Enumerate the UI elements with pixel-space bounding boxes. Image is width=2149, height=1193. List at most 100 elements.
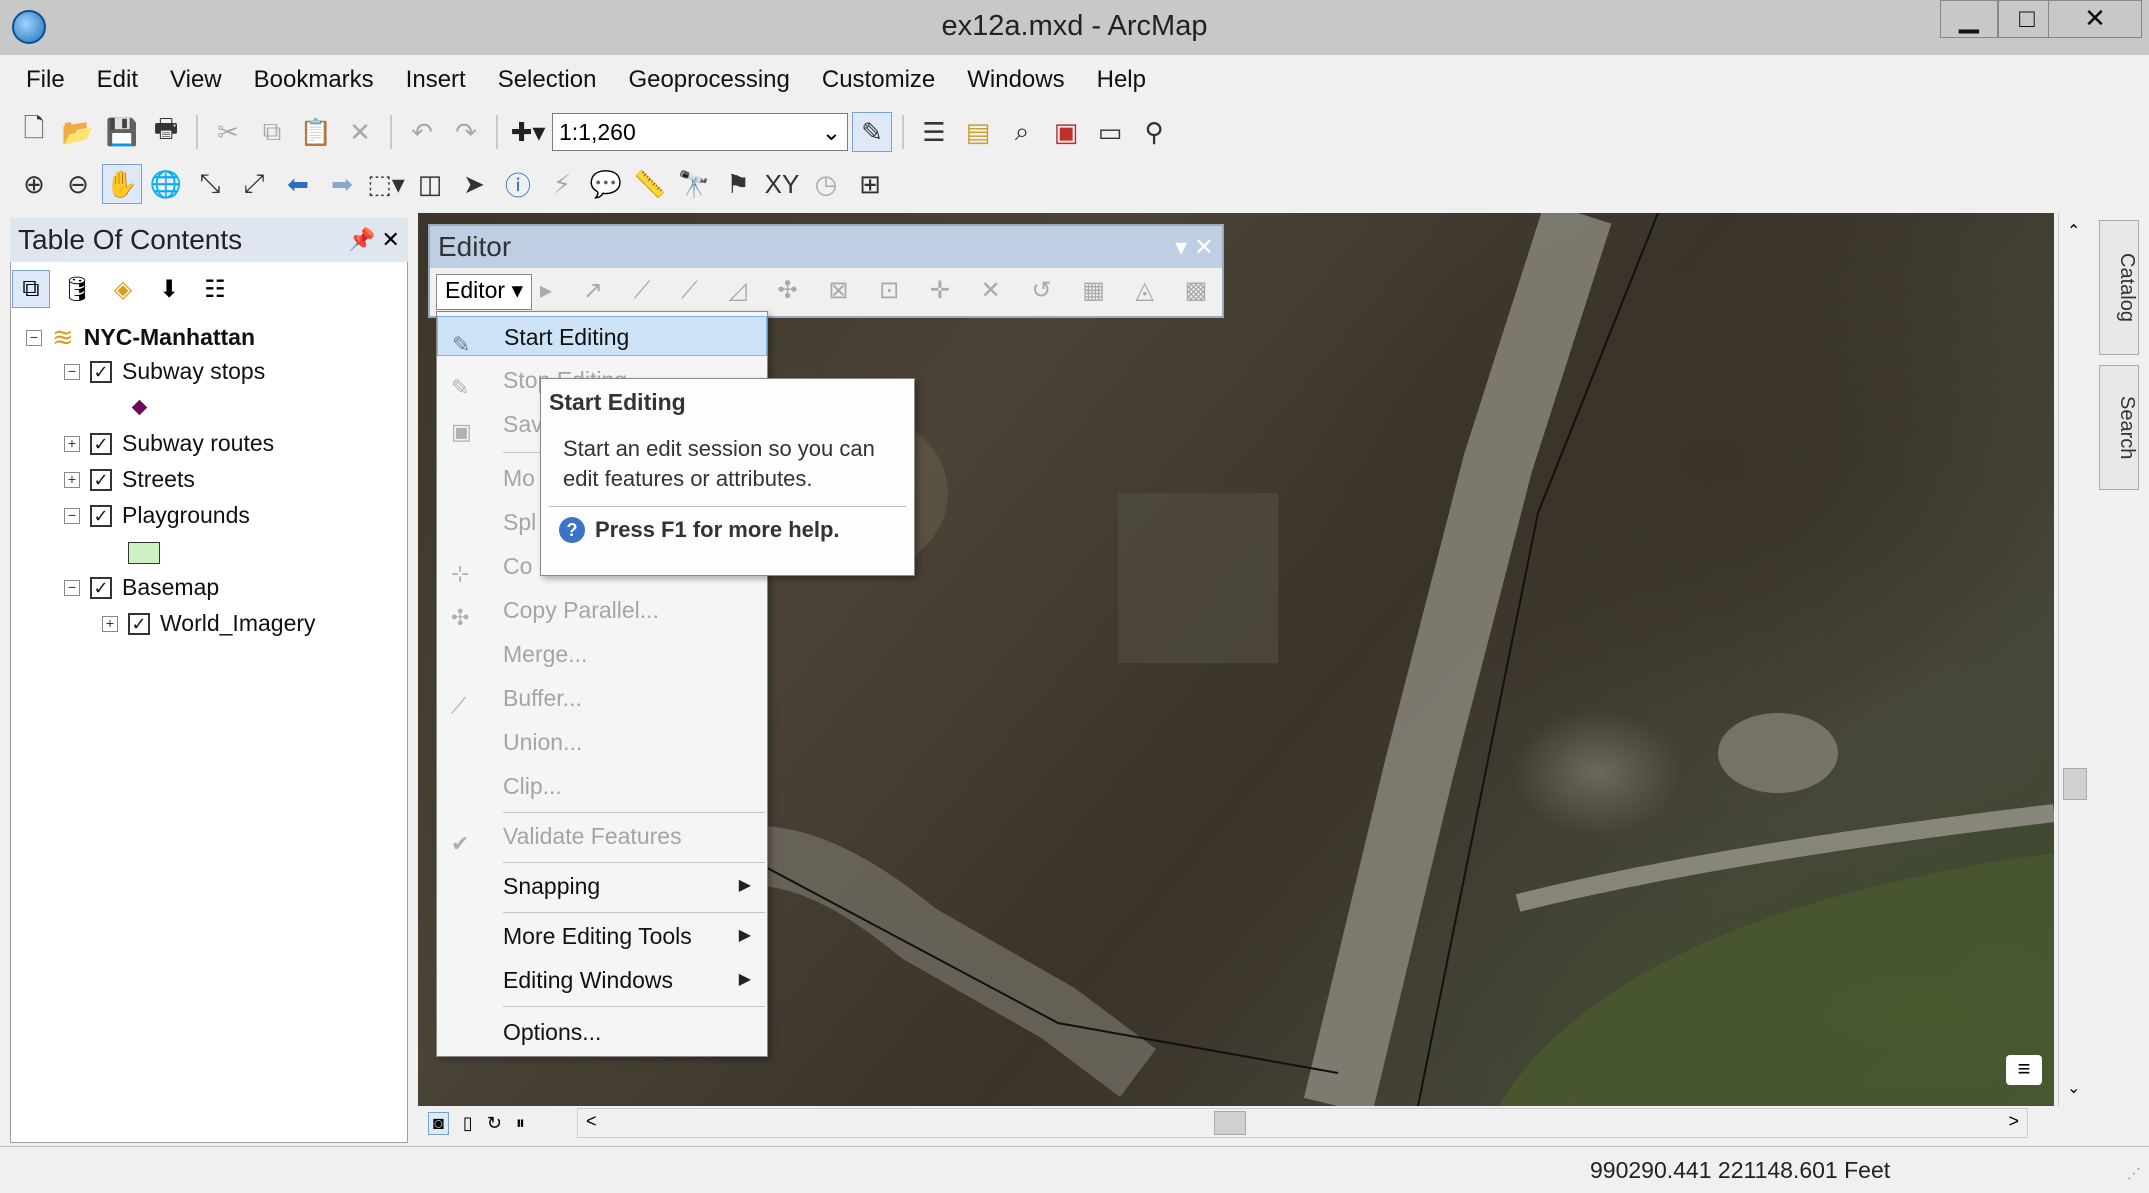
menu-item-merge[interactable]: Merge... xyxy=(437,634,767,674)
scroll-down-icon[interactable]: ⌄ xyxy=(2067,1078,2080,1098)
menu-help[interactable]: Help xyxy=(1081,62,1162,102)
python-window-icon[interactable]: ▭ xyxy=(1090,112,1130,152)
html-popup-icon[interactable]: 💬 xyxy=(586,164,626,204)
pan-icon[interactable]: ✋ xyxy=(102,164,142,204)
time-slider-icon[interactable]: ◷ xyxy=(806,164,846,204)
forward-arrow-icon[interactable]: ➡ xyxy=(322,164,362,204)
arctoolbox-icon[interactable]: ▣ xyxy=(1046,112,1086,152)
find-icon[interactable]: 🔭 xyxy=(674,164,714,204)
catalog-window-icon[interactable]: ▤ xyxy=(958,112,998,152)
zoom-out-icon[interactable]: ⊖ xyxy=(58,164,98,204)
toc-layer-basemap[interactable]: − ✓ Basemap xyxy=(64,574,219,601)
collapse-icon[interactable]: − xyxy=(64,507,80,524)
identify-icon[interactable]: ⓘ xyxy=(498,164,538,204)
scroll-left-icon[interactable]: < xyxy=(586,1111,597,1132)
layer-visibility-checkbox[interactable]: ✓ xyxy=(128,612,150,635)
expand-icon[interactable]: + xyxy=(64,435,80,452)
fixed-zoom-out-icon[interactable]: ⤢ xyxy=(234,164,274,204)
scroll-up-icon[interactable]: ⌃ xyxy=(2067,221,2080,241)
notes-icon[interactable]: ≡ xyxy=(2006,1055,2042,1085)
full-extent-icon[interactable]: 🌐 xyxy=(146,164,186,204)
layer-visibility-checkbox[interactable]: ✓ xyxy=(90,576,112,599)
refresh-icon[interactable]: ↻ xyxy=(487,1113,502,1134)
copy-icon[interactable]: ⧉ xyxy=(252,112,292,152)
layer-visibility-checkbox[interactable]: ✓ xyxy=(90,360,112,383)
menu-edit[interactable]: Edit xyxy=(81,62,154,102)
measure-icon[interactable]: 📏 xyxy=(630,164,670,204)
find-route-icon[interactable]: ⚑ xyxy=(718,164,758,204)
list-by-selection-icon[interactable]: ⬇ xyxy=(150,270,188,308)
menu-item-start-editing[interactable]: ✎ Start Editing xyxy=(437,316,767,357)
expand-icon[interactable]: + xyxy=(64,471,80,488)
pause-drawing-icon[interactable]: ⏸ xyxy=(516,1113,525,1134)
layer-visibility-checkbox[interactable]: ✓ xyxy=(90,504,112,527)
close-icon[interactable]: ▾ ✕ xyxy=(1175,233,1214,262)
vertical-scroll-thumb[interactable] xyxy=(2063,768,2087,800)
toc-layer-streets[interactable]: + ✓ Streets xyxy=(64,466,195,493)
vertical-scrollbar[interactable]: ⌃ ⌄ xyxy=(2058,213,2090,1106)
menu-view[interactable]: View xyxy=(154,62,238,102)
layer-visibility-checkbox[interactable]: ✓ xyxy=(90,432,112,455)
editor-menu-button[interactable]: Editor ▾ xyxy=(436,274,533,310)
fixed-zoom-in-icon[interactable]: ⤡ xyxy=(190,164,230,204)
menu-item-validate-features[interactable]: ✔ Validate Features xyxy=(437,816,767,856)
menu-bookmarks[interactable]: Bookmarks xyxy=(238,62,390,102)
catalog-side-tab[interactable]: Catalog xyxy=(2099,220,2139,355)
save-icon[interactable]: 💾 xyxy=(102,112,142,152)
list-by-drawing-order-icon[interactable]: ⧉ xyxy=(12,270,50,308)
menu-item-union[interactable]: Union... xyxy=(437,722,767,762)
options-icon[interactable]: ☷ xyxy=(196,270,234,308)
toc-layer-world-imagery[interactable]: + ✓ World_Imagery xyxy=(102,610,316,637)
cut-icon[interactable]: ✂ xyxy=(208,112,248,152)
menu-customize[interactable]: Customize xyxy=(806,62,951,102)
menu-geoprocessing[interactable]: Geoprocessing xyxy=(612,62,805,102)
expand-icon[interactable]: + xyxy=(102,615,118,632)
menu-item-copy-parallel[interactable]: ✣ Copy Parallel... xyxy=(437,590,767,630)
open-folder-icon[interactable]: 📂 xyxy=(58,112,98,152)
collapse-icon[interactable]: − xyxy=(64,579,80,596)
collapse-icon[interactable]: − xyxy=(26,329,42,346)
pin-icon[interactable]: 📌 ✕ xyxy=(348,227,400,253)
paste-icon[interactable]: 📋 xyxy=(296,112,336,152)
menu-item-options[interactable]: Options... xyxy=(437,1012,767,1052)
menu-insert[interactable]: Insert xyxy=(390,62,482,102)
toc-layer-subway-routes[interactable]: + ✓ Subway routes xyxy=(64,430,274,457)
search-side-tab[interactable]: Search xyxy=(2099,365,2139,490)
modelbuilder-icon[interactable]: ⚲ xyxy=(1134,112,1174,152)
redo-icon[interactable]: ↷ xyxy=(446,112,486,152)
horizontal-scroll-thumb[interactable] xyxy=(1214,1111,1246,1135)
minimize-button[interactable]: ▁ xyxy=(1940,0,1998,38)
select-features-icon[interactable]: ⬚▾ xyxy=(366,164,406,204)
list-by-source-icon[interactable]: 🛢 xyxy=(58,270,96,308)
hyperlink-icon[interactable]: ⚡ xyxy=(542,164,582,204)
resize-grip-icon[interactable]: ⋰ xyxy=(2127,1165,2141,1182)
layout-view-icon[interactable]: ▯ xyxy=(463,1113,473,1134)
menu-windows[interactable]: Windows xyxy=(951,62,1080,102)
undo-icon[interactable]: ↶ xyxy=(402,112,442,152)
back-arrow-icon[interactable]: ⬅ xyxy=(278,164,318,204)
menu-item-clip[interactable]: Clip... xyxy=(437,766,767,806)
menu-item-buffer[interactable]: ⟋ Buffer... xyxy=(437,678,767,718)
horizontal-scrollbar[interactable]: < > xyxy=(577,1108,2028,1138)
zoom-in-icon[interactable]: ⊕ xyxy=(14,164,54,204)
add-data-icon[interactable]: ✚▾ xyxy=(508,112,548,152)
menu-selection[interactable]: Selection xyxy=(482,62,613,102)
table-of-contents-icon[interactable]: ☰ xyxy=(914,112,954,152)
menu-item-more-editing-tools[interactable]: More Editing Tools ▶ xyxy=(437,916,767,956)
scroll-right-icon[interactable]: > xyxy=(2008,1111,2019,1132)
collapse-icon[interactable]: − xyxy=(64,363,80,380)
menu-file[interactable]: File xyxy=(10,62,81,102)
toc-layer-subway-stops[interactable]: − ✓ Subway stops xyxy=(64,358,265,385)
go-to-xy-icon[interactable]: XY xyxy=(762,164,802,204)
layer-visibility-checkbox[interactable]: ✓ xyxy=(90,468,112,491)
close-button[interactable]: ✕ xyxy=(2048,0,2142,38)
select-elements-icon[interactable]: ➤ xyxy=(454,164,494,204)
new-document-icon[interactable]: 🗋 xyxy=(14,112,54,152)
print-icon[interactable]: 🖶 xyxy=(146,112,186,152)
create-viewer-icon[interactable]: ⊞ xyxy=(850,164,890,204)
chevron-down-icon[interactable]: ⌄ xyxy=(822,119,841,146)
list-by-visibility-icon[interactable]: ◈ xyxy=(104,270,142,308)
data-view-icon[interactable]: ◙ xyxy=(428,1111,449,1135)
editor-toolbar-icon[interactable]: ✎ xyxy=(852,112,892,152)
map-scale-combo[interactable]: 1:1,260 ⌄ xyxy=(552,113,848,151)
